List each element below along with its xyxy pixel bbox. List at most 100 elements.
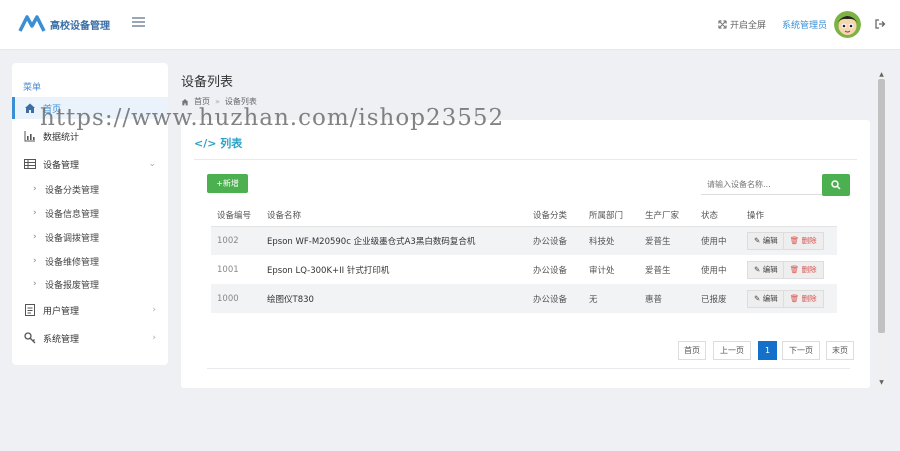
cell-name: Epson WF-M20590c 企业级墨仓式A3黑白数码复合机 (267, 226, 533, 255)
page-next-button[interactable]: 下一页 (782, 341, 820, 360)
cell-code: 1000 (211, 284, 267, 313)
col-header-name: 设备名称 (267, 204, 533, 227)
sidebar-subitem-label: 设备调拨管理 (45, 233, 100, 244)
card-title-label: 列表 (220, 137, 243, 150)
edit-button[interactable]: ✎ 编辑 (747, 289, 785, 308)
sidebar-subitem-transfer[interactable]: › 设备调拨管理 (12, 227, 168, 247)
search-icon (831, 179, 841, 190)
scrollbar[interactable]: ▲ ▼ (877, 71, 886, 389)
page-1-button[interactable]: 1 (758, 341, 777, 360)
scrollbar-thumb[interactable] (878, 79, 885, 333)
bar-chart-icon (24, 131, 35, 142)
col-header-category: 设备分类 (533, 204, 589, 227)
code-icon: </> (194, 137, 217, 150)
sidebar-subitem-label: 设备报废管理 (45, 280, 100, 291)
sidebar-subitem-repair[interactable]: › 设备维修管理 (12, 251, 168, 271)
user-list-icon (25, 304, 35, 316)
cell-category: 办公设备 (533, 265, 568, 276)
chevron-down-icon: ⌄ (148, 159, 156, 169)
page-title: 设备列表 (181, 75, 234, 90)
col-header-status: 状态 (701, 204, 747, 227)
sidebar-subitem-category[interactable]: › 设备分类管理 (12, 179, 168, 199)
cell-code: 1001 (217, 264, 239, 275)
chevron-right-icon: › (33, 279, 37, 289)
chevron-right-icon: › (152, 305, 156, 315)
edit-label: 编辑 (762, 236, 778, 246)
page-first-button[interactable]: 首页 (678, 341, 706, 360)
divider (207, 368, 850, 369)
cell-status: 使用中 (701, 226, 747, 255)
chevron-right-icon: › (33, 232, 37, 242)
search-button[interactable] (822, 174, 850, 196)
sidebar-title: 菜单 (23, 83, 42, 93)
cell-actions: ✎ 编辑 🗑 删除 (747, 226, 837, 255)
sidebar-item-label: 数据统计 (43, 132, 80, 143)
avatar[interactable] (834, 11, 861, 38)
delete-label: 删除 (801, 294, 817, 303)
sidebar-item-label: 设备管理 (43, 160, 80, 171)
table-row: 1002 Epson WF-M20590c 企业级墨仓式A3黑白数码复合机 办公… (211, 226, 837, 255)
cell-actions: ✎ 编辑 🗑 删除 (747, 284, 837, 313)
admin-name-link[interactable]: 系统管理员 (782, 18, 827, 31)
cell-actions: ✎ 编辑 🗑 删除 (747, 255, 837, 284)
delete-button[interactable]: 🗑 删除 (782, 260, 824, 279)
cell-maker: 爱普生 (645, 226, 701, 255)
page-last-button[interactable]: 末页 (826, 341, 854, 360)
cell-dept: 科技处 (589, 226, 645, 255)
home-icon (181, 98, 189, 105)
add-button-label: 新增 (222, 179, 239, 188)
table-row: 1000 绘图仪T830 办公设备 无 惠普 已报废 ✎ 编辑 🗑 删除 (211, 284, 837, 313)
sidebar-subitem-info[interactable]: › 设备信息管理 (12, 203, 168, 223)
delete-label: 删除 (801, 236, 817, 246)
cell-name: 绘图仪T830 (267, 284, 533, 313)
sidebar-item-stats[interactable]: 数据统计 (12, 125, 168, 147)
col-header-code: 设备编号 (211, 204, 267, 227)
col-header-dept: 所属部门 (589, 204, 645, 227)
chevron-right-icon: › (33, 256, 37, 266)
cell-category: 办公设备 (533, 226, 589, 255)
search-input[interactable] (701, 175, 823, 195)
app-title: 高校设备管理 (50, 21, 110, 32)
card-title: </> 列表 (194, 135, 242, 151)
sidebar-subitem-label: 设备维修管理 (45, 257, 100, 268)
scroll-down-icon[interactable]: ▼ (877, 379, 886, 387)
trash-icon: 🗑 (789, 265, 800, 274)
cell-code: 1002 (211, 226, 267, 255)
delete-button[interactable]: 🗑 删除 (782, 289, 824, 308)
trash-icon: 🗑 (789, 236, 800, 246)
menu-toggle-icon[interactable] (132, 17, 145, 29)
sidebar-subitem-scrap[interactable]: › 设备报废管理 (12, 274, 168, 294)
cell-category: 办公设备 (533, 284, 589, 313)
cell-maker: 惠普 (645, 284, 701, 313)
add-button[interactable]: +新增 (207, 174, 248, 193)
page-prev-button[interactable]: 上一页 (713, 341, 751, 360)
table-row: 1001 Epson LQ-300K+II 针式打印机 办公设备 审计处 爱普生… (211, 255, 837, 284)
delete-button[interactable]: 🗑 删除 (782, 231, 824, 250)
edit-button[interactable]: ✎ 编辑 (747, 260, 785, 279)
scroll-up-icon[interactable]: ▲ (877, 71, 886, 79)
table-header-row: 设备编号 设备名称 设备分类 所属部门 生产厂家 状态 操作 (211, 204, 837, 227)
breadcrumb-current: 设备列表 (224, 97, 257, 106)
delete-label: 删除 (801, 265, 817, 274)
sidebar-subitem-label: 设备分类管理 (45, 185, 100, 196)
sidebar-item-label: 首页 (43, 104, 62, 115)
key-icon (24, 332, 36, 344)
breadcrumb: 首页 » 设备列表 (181, 96, 257, 107)
logout-icon[interactable] (874, 18, 886, 30)
sidebar-item-system[interactable]: 系统管理 › (12, 327, 168, 349)
home-icon (25, 103, 35, 113)
breadcrumb-separator: » (215, 97, 220, 106)
sidebar-item-home[interactable]: 首页 (12, 97, 168, 119)
sidebar-item-users[interactable]: 用户管理 › (12, 299, 168, 321)
fullscreen-button[interactable]: 开启全屏 (718, 18, 766, 31)
edit-icon: ✎ (754, 236, 761, 246)
equipment-table: 设备编号 设备名称 设备分类 所属部门 生产厂家 状态 操作 1002 Epso… (211, 204, 837, 313)
edit-button[interactable]: ✎ 编辑 (747, 231, 785, 250)
fullscreen-label: 开启全屏 (730, 21, 767, 31)
sidebar-item-label: 用户管理 (43, 306, 80, 317)
table-icon (24, 159, 36, 169)
sidebar-item-equipment[interactable]: 设备管理 ⌄ (12, 153, 168, 175)
cell-maker: 爱普生 (645, 265, 671, 276)
breadcrumb-home-link[interactable]: 首页 (194, 96, 210, 107)
cell-dept: 审计处 (589, 265, 615, 276)
